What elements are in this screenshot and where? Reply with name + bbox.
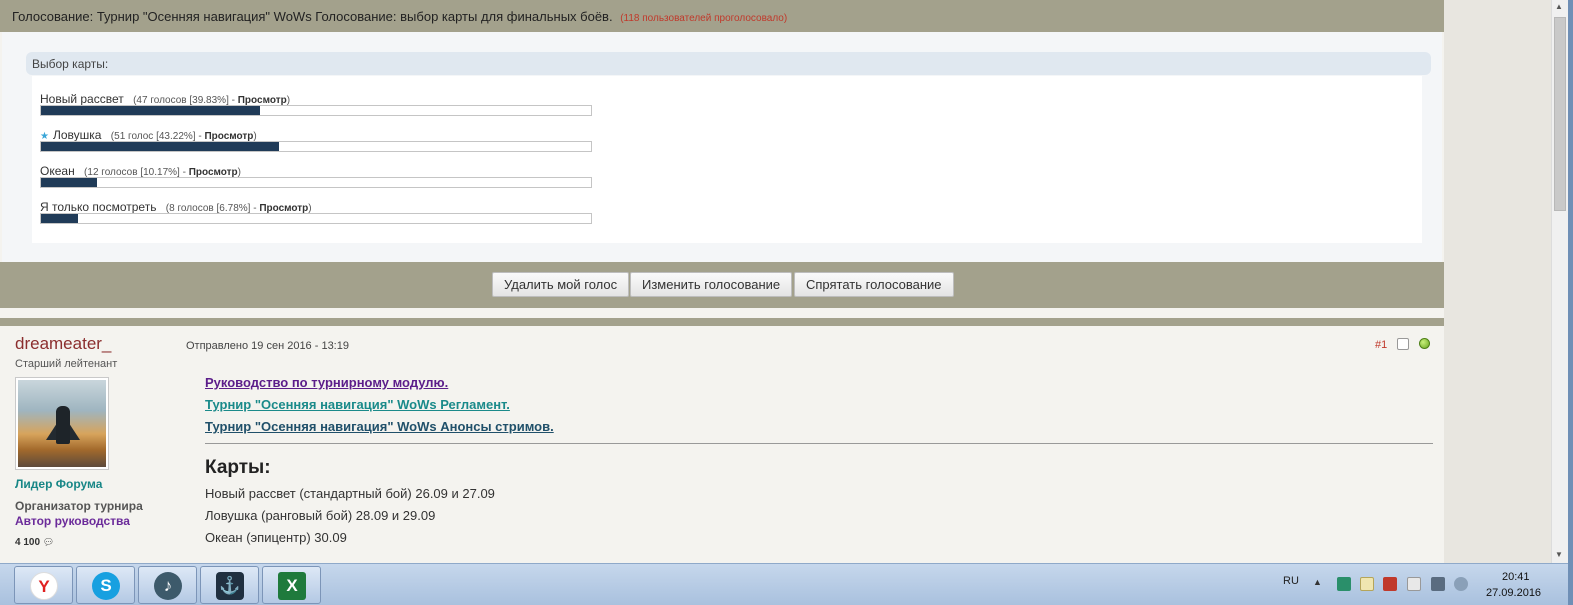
right-gutter bbox=[1444, 0, 1551, 563]
poll-choices: Новый рассвет (47 голосов [39.83%] - Про… bbox=[32, 76, 1422, 243]
taskbar-app-yandex[interactable]: Y bbox=[14, 566, 73, 604]
world-of-warships-icon: ⚓ bbox=[216, 572, 244, 600]
taskbar-app-excel[interactable]: X bbox=[262, 566, 321, 604]
avatar[interactable] bbox=[15, 377, 109, 470]
poll-choice: Новый рассвет (47 голосов [39.83%] - Про… bbox=[40, 92, 600, 126]
guide-link[interactable]: Руководство по турнирному модулю. bbox=[205, 375, 448, 390]
media-player-icon: ♪ bbox=[154, 572, 182, 600]
poll-choice: Океан (12 голосов [10.17%] - Просмотр) bbox=[40, 164, 600, 198]
choice-label: Я только посмотреть bbox=[40, 200, 157, 214]
author-rank: Старший лейтенант bbox=[15, 358, 118, 370]
clock-date[interactable]: 27.09.2016 bbox=[1486, 587, 1541, 599]
scroll-up-arrow-icon[interactable]: ▲ bbox=[1555, 2, 1563, 11]
choice-label: Новый рассвет bbox=[40, 92, 124, 106]
poll-body: Выбор карты: Новый рассвет (47 голосов [… bbox=[2, 32, 1442, 262]
speech-bubble-icon: 💬︎ bbox=[42, 537, 55, 547]
vote-bar bbox=[40, 105, 592, 116]
yandex-browser-icon: Y bbox=[30, 572, 58, 600]
scrollbar-thumb[interactable] bbox=[1554, 17, 1566, 211]
poll-choice: ★ Ловушка (51 голос [43.22%] - Просмотр) bbox=[40, 128, 600, 162]
post-divider bbox=[0, 318, 1444, 326]
vote-bar-fill bbox=[41, 178, 97, 187]
poll-voter-count: (118 пользователей проголосовало) bbox=[620, 13, 788, 24]
vote-bar-fill bbox=[41, 142, 279, 151]
online-status-icon bbox=[1419, 338, 1430, 349]
map-line: Океан (эпицентр) 30.09 bbox=[205, 530, 347, 545]
streams-link[interactable]: Турнир "Осенняя навигация" WoWs Анонсы с… bbox=[205, 419, 554, 434]
avatar-image bbox=[18, 380, 106, 467]
language-indicator[interactable]: RU bbox=[1283, 575, 1299, 587]
choice-label: Океан bbox=[40, 164, 75, 178]
author-group: Лидер Форума bbox=[15, 477, 103, 491]
multiquote-checkbox[interactable] bbox=[1397, 338, 1409, 350]
choice-label: Ловушка bbox=[52, 128, 102, 142]
poll-title: Голосование: Турнир "Осенняя навигация" … bbox=[12, 9, 787, 24]
show-hidden-icons-icon[interactable]: ▲ bbox=[1313, 577, 1322, 587]
excel-icon: X bbox=[278, 572, 306, 600]
poll-header: Голосование: Турнир "Осенняя навигация" … bbox=[0, 0, 1444, 32]
vote-bar-fill bbox=[41, 214, 79, 223]
forum-page: Голосование: Турнир "Осенняя навигация" … bbox=[0, 0, 1444, 563]
vote-bar-fill bbox=[41, 106, 261, 115]
poll-title-text: Голосование: Турнир "Осенняя навигация" … bbox=[12, 9, 613, 24]
taskbar-app-wows[interactable]: ⚓ bbox=[200, 566, 259, 604]
network-icon[interactable] bbox=[1431, 577, 1445, 591]
author-title-guide: Автор руководства bbox=[15, 514, 130, 528]
post-count-value: 4 100 bbox=[15, 537, 41, 548]
clock-time[interactable]: 20:41 bbox=[1502, 571, 1530, 583]
post-number-link[interactable]: #1 bbox=[1375, 339, 1387, 351]
vertical-scrollbar[interactable]: ▲ ▼ bbox=[1551, 0, 1568, 563]
skype-icon: S bbox=[92, 572, 120, 600]
window-edge bbox=[1568, 0, 1573, 605]
vote-bar bbox=[40, 213, 592, 224]
content-divider bbox=[205, 443, 1433, 444]
forum-post: dreameater_ Старший лейтенант Лидер Фору… bbox=[0, 326, 1444, 563]
maps-heading: Карты: bbox=[205, 457, 271, 478]
delete-vote-button[interactable]: Удалить мой голос bbox=[492, 272, 630, 297]
rules-link[interactable]: Турнир "Осенняя навигация" WoWs Регламен… bbox=[205, 397, 510, 412]
post-date: Отправлено 19 сен 2016 - 13:19 bbox=[186, 340, 349, 352]
post-count: 4 100 💬︎ bbox=[15, 537, 54, 548]
network-app-icon[interactable] bbox=[1337, 577, 1351, 591]
map-line: Ловушка (ранговый бой) 28.09 и 29.09 bbox=[205, 508, 436, 523]
post-author[interactable]: dreameater_ bbox=[15, 334, 111, 354]
vote-bar bbox=[40, 177, 592, 188]
vote-bar bbox=[40, 141, 592, 152]
action-center-icon[interactable] bbox=[1407, 577, 1421, 591]
hide-poll-button[interactable]: Спрятать голосование bbox=[794, 272, 954, 297]
map-line: Новый рассвет (стандартный бой) 26.09 и … bbox=[205, 486, 495, 501]
taskbar-app-media[interactable]: ♪ bbox=[138, 566, 197, 604]
poll-question-text: Выбор карты: bbox=[32, 57, 109, 71]
volume-icon[interactable] bbox=[1454, 577, 1468, 591]
scroll-down-arrow-icon[interactable]: ▼ bbox=[1555, 550, 1563, 559]
poll-choice: Я только посмотреть (8 голосов [6.78%] -… bbox=[40, 200, 600, 234]
taskbar-app-skype[interactable]: S bbox=[76, 566, 135, 604]
notes-icon[interactable] bbox=[1360, 577, 1374, 591]
taskbar: Y S ♪ ⚓ X RU ▲ 20:41 27.09.2016 bbox=[0, 563, 1568, 605]
author-title-organizer: Организатор турнира bbox=[15, 499, 143, 513]
app-tray-icon[interactable] bbox=[1383, 577, 1397, 591]
poll-actions: Удалить мой голос Изменить голосование С… bbox=[0, 262, 1444, 308]
change-vote-button[interactable]: Изменить голосование bbox=[630, 272, 793, 297]
poll-question: Выбор карты: bbox=[26, 52, 1431, 75]
